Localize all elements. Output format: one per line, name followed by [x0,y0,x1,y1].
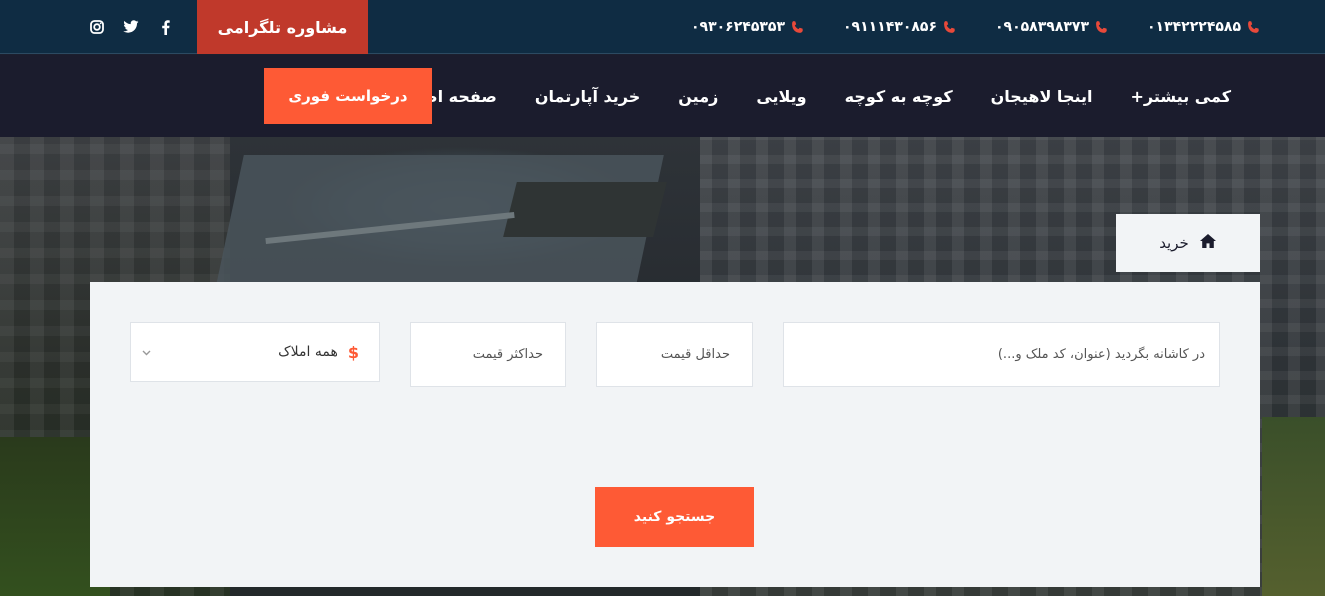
phone-number: ۰۱۳۴۲۲۲۴۵۸۵ [1147,19,1241,35]
property-type-select[interactable]: $ همه املاک [130,322,380,382]
phone-icon [1246,20,1261,35]
max-price-placeholder: حداکثر قیمت [472,347,543,362]
greenery-right [1262,417,1325,596]
search-panel: در کاشانه بگردید (عنوان، کد ملک و...) حد… [90,282,1260,587]
phone-item[interactable]: ۰۹۳۰۶۲۴۵۳۵۳ [691,19,805,35]
breadcrumb-tab[interactable]: خرید [1116,214,1260,272]
nav-item-villa[interactable]: ویلایی [737,87,825,106]
phone-number: ۰۹۳۰۶۲۴۵۳۵۳ [691,19,785,35]
breadcrumb-label: خرید [1159,234,1189,252]
keyword-placeholder: در کاشانه بگردید (عنوان، کد ملک و...) [997,347,1205,362]
nav-item-lahijan[interactable]: اینجا لاهیجان [972,87,1112,106]
nav-item-more[interactable]: کمی بیشتر+ [1112,87,1251,106]
nav-item-land[interactable]: زمین [659,87,737,106]
island-shape [503,182,667,237]
max-price-input[interactable]: حداکثر قیمت [410,322,566,387]
social-links [88,17,174,37]
nav-menu: صفحه اصلی خرید آپارتمان زمین ویلایی کوچه… [380,55,1250,137]
phone-icon [942,20,957,35]
search-submit-button[interactable]: جستجو کنید [595,487,754,547]
nav-item-street-by-street[interactable]: کوچه به کوچه [826,87,972,106]
telegram-consult-button[interactable]: مشاوره تلگرامی [197,0,368,54]
phone-item[interactable]: ۰۹۰۵۸۳۹۸۳۷۳ [995,19,1109,35]
property-type-value: همه املاک [278,344,338,360]
top-bar: مشاوره تلگرامی ۰۱۳۴۲۲۲۴۵۸۵ ۰۹۰۵۸۳۹۸۳۷۳ ۰… [0,0,1325,54]
instagram-icon[interactable] [88,18,106,36]
phone-item[interactable]: ۰۹۱۱۱۴۳۰۸۵۶ [843,19,957,35]
main-nav: صفحه اصلی خرید آپارتمان زمین ویلایی کوچه… [0,55,1325,137]
phone-list: ۰۱۳۴۲۲۲۴۵۸۵ ۰۹۰۵۸۳۹۸۳۷۳ ۰۹۱۱۱۴۳۰۸۵۶ ۰۹۳۰… [691,0,1261,54]
min-price-input[interactable]: حداقل قیمت [596,322,753,387]
home-icon [1199,233,1217,253]
phone-icon [1094,20,1109,35]
facebook-icon[interactable] [156,18,174,36]
min-price-placeholder: حداقل قیمت [660,347,730,362]
chevron-down-icon [141,345,151,356]
phone-number: ۰۹۰۵۸۳۹۸۳۷۳ [995,19,1089,35]
dollar-icon: $ [347,342,359,362]
twitter-icon[interactable] [122,18,140,36]
keyword-search-input[interactable]: در کاشانه بگردید (عنوان، کد ملک و...) [783,322,1220,387]
phone-icon [790,20,805,35]
phone-number: ۰۹۱۱۱۴۳۰۸۵۶ [843,19,937,35]
urgent-request-button[interactable]: درخواست فوری [264,68,432,124]
nav-item-buy-apartment[interactable]: خرید آپارتمان [516,87,659,106]
phone-item[interactable]: ۰۱۳۴۲۲۲۴۵۸۵ [1147,19,1261,35]
